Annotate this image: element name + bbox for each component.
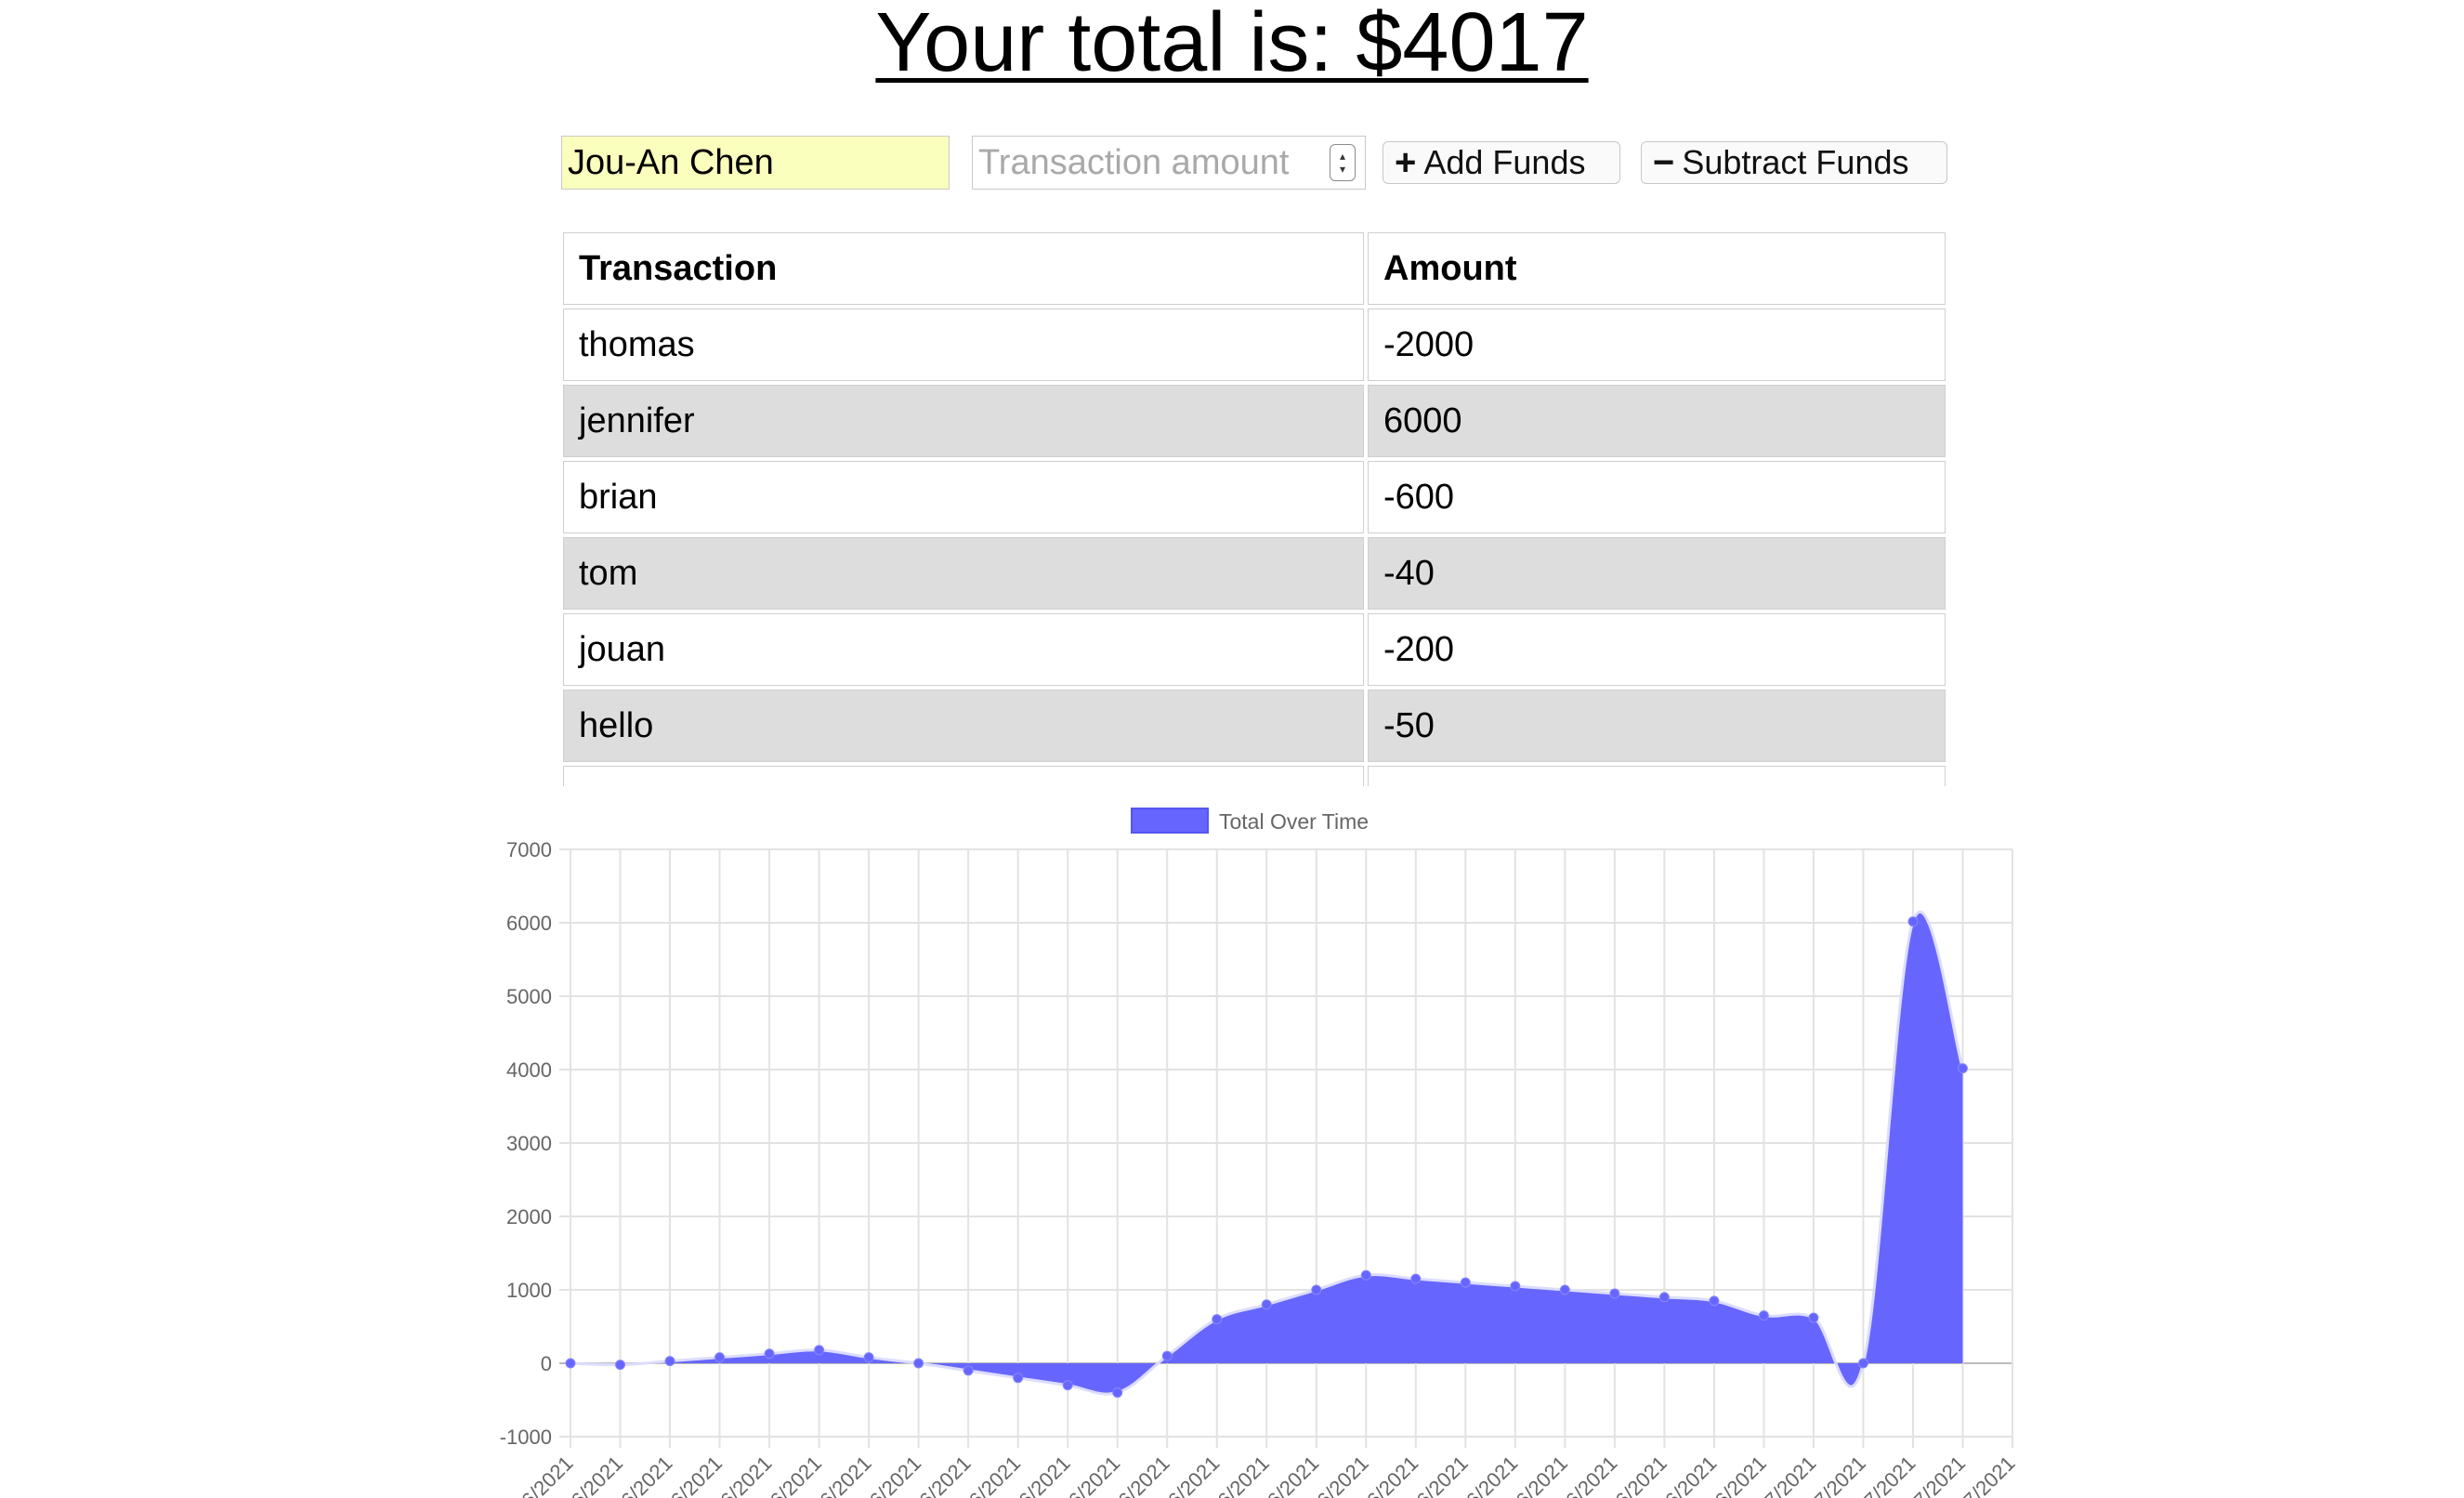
y-tick-label: 4000 [506,1058,552,1082]
table-header-row: Transaction Amount [563,232,1946,305]
transaction-name-cell: hello [563,690,1364,762]
legend-label: Total Over Time [1219,809,1369,834]
transaction-amount-cell: -200 [1368,613,1946,686]
table-row: jouan -200 [563,613,1946,686]
transaction-name-cell: tom [563,537,1364,610]
total-over-time-chart: Total Over Time -1000 0 1000 2000 3000 4000 500… [500,808,2020,1498]
data-point [1161,1350,1173,1361]
data-point [1261,1299,1272,1310]
transaction-amount-field[interactable]: ▴ ▾ [972,136,1366,190]
subtract-funds-button[interactable]: − Subtract Funds [1641,141,1947,184]
transactions-table: Transaction Amount thomas -2000 jennifer… [563,232,1946,786]
transaction-form: ▴ ▾ + Add Funds − Subtract Funds [0,134,2464,193]
transaction-name-cell [563,766,1364,786]
table-row: jennifer 6000 [563,385,1946,457]
data-point [1709,1295,1720,1307]
legend-swatch [1131,808,1209,834]
transaction-name-cell: jennifer [563,385,1364,457]
transaction-name-cell: thomas [563,309,1364,381]
table-row: thomas -2000 [563,309,1946,381]
data-point [1758,1310,1769,1321]
data-point [1460,1277,1471,1288]
data-point [814,1345,825,1356]
data-point [1907,916,1919,927]
add-funds-label: Add Funds [1423,143,1586,181]
y-tick-label: 7000 [506,838,552,861]
add-funds-button[interactable]: + Add Funds [1383,141,1620,184]
data-point [1510,1281,1521,1292]
data-point [1311,1284,1322,1295]
column-header-transaction: Transaction [563,232,1364,305]
data-point [1062,1380,1073,1391]
transaction-amount-cell: -40 [1368,537,1946,610]
data-point [615,1360,626,1371]
transaction-name-input[interactable] [561,136,950,190]
page-title: Your total is: $4017 [875,0,1589,89]
data-point [1360,1269,1371,1281]
transaction-name-cell: jouan [563,613,1364,686]
data-point [1013,1373,1024,1384]
transaction-amount-input[interactable] [973,137,1317,189]
transaction-amount-cell [1368,766,1946,786]
y-tick-label: 5000 [506,985,552,1008]
data-point [1609,1288,1620,1299]
spinner-arrows-icon[interactable]: ▴ ▾ [1330,144,1356,181]
transaction-amount-cell: -600 [1368,461,1946,533]
table-row: brian -600 [563,461,1946,533]
y-tick-label: 1000 [506,1279,552,1302]
table-row: hello -50 [563,690,1946,762]
data-point [913,1358,924,1369]
x-tick-label: 6/6/2021 [505,1452,577,1498]
data-point [664,1356,675,1367]
y-tick-label: 6000 [506,912,552,935]
data-point [565,1358,576,1369]
plus-icon: + [1395,142,1417,183]
data-point [1658,1292,1670,1303]
transaction-name-cell: brian [563,461,1364,533]
table-row: tom -40 [563,537,1946,610]
y-tick-label: 2000 [506,1205,552,1229]
y-tick-label: 3000 [506,1132,552,1155]
chevron-down-icon[interactable]: ▾ [1340,163,1345,176]
data-point [1410,1273,1422,1284]
data-point [1212,1314,1223,1325]
data-point [1857,1358,1868,1369]
column-header-amount: Amount [1368,232,1946,305]
chevron-up-icon[interactable]: ▴ [1340,150,1345,163]
minus-icon: − [1653,142,1675,183]
data-point [1112,1387,1123,1399]
transaction-amount-cell: -50 [1368,690,1946,762]
transaction-amount-cell: -2000 [1368,309,1946,381]
y-tick-label: -1000 [500,1426,552,1449]
data-point [863,1352,874,1363]
data-point [1957,1063,1968,1074]
data-point [963,1365,974,1376]
y-tick-label: 0 [541,1352,552,1375]
data-point [714,1352,726,1363]
transaction-amount-cell: 6000 [1368,385,1946,457]
subtract-funds-label: Subtract Funds [1682,143,1909,181]
transactions-table-container[interactable]: Transaction Amount thomas -2000 jennifer… [563,232,1946,786]
table-row [563,766,1946,786]
data-point [764,1348,775,1360]
data-point [1559,1284,1570,1295]
data-point [1808,1312,1819,1323]
